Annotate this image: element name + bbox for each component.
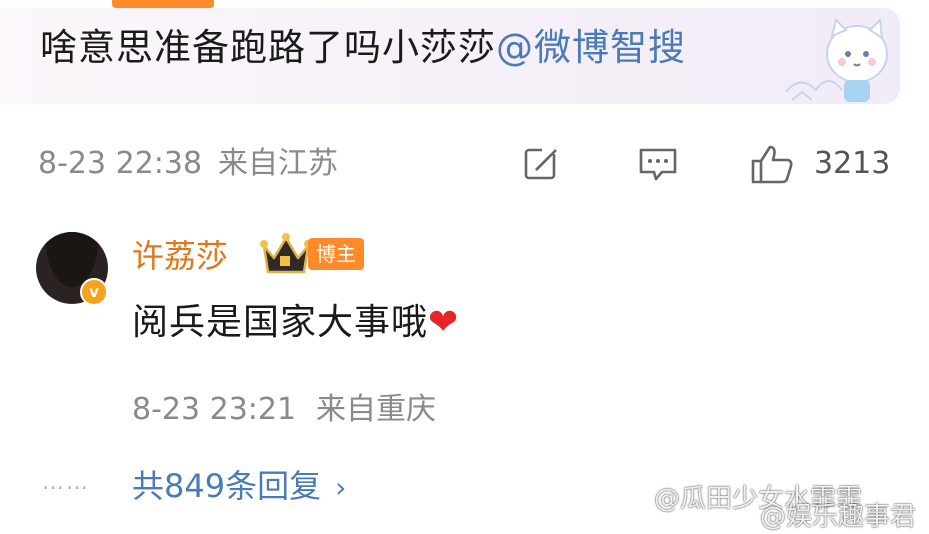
more-replies-link[interactable]: 共849条回复 › xyxy=(132,462,346,512)
crown-icon xyxy=(260,233,312,274)
more-replies-label: 共849条回复 xyxy=(132,467,322,505)
mention-link[interactable]: @微博智搜 xyxy=(496,26,686,69)
cat-sticker-icon xyxy=(785,17,888,102)
edit-icon[interactable] xyxy=(522,144,562,184)
reply-author-name[interactable]: 许荔莎 xyxy=(132,232,228,280)
reply-time: 8-23 23:21 xyxy=(132,392,297,427)
post-location: 来自江苏 xyxy=(218,146,338,181)
chevron-right-icon: › xyxy=(335,471,347,504)
reply-location: 来自重庆 xyxy=(316,392,436,427)
like-icon[interactable] xyxy=(750,144,794,184)
post-time: 8-23 22:38 xyxy=(38,146,203,181)
thread-dots: …… xyxy=(42,470,90,495)
post-meta-row: 8-23 22:38 来自江苏 3213 xyxy=(38,142,898,186)
heart-emoji-icon: ❤ xyxy=(428,302,460,343)
reply-content: 阅兵是国家大事哦❤ xyxy=(132,296,459,350)
verified-badge-icon: v xyxy=(80,278,108,306)
comment-icon[interactable] xyxy=(638,144,678,184)
post-text: 啥意思准备跑路了吗小莎莎@微博智搜 xyxy=(40,22,686,74)
blogger-badge: 博主 xyxy=(308,238,364,270)
post-body: 啥意思准备跑路了吗小莎莎 xyxy=(40,26,496,69)
orange-tab-strip xyxy=(112,0,214,8)
reply-body: 阅兵是国家大事哦 xyxy=(132,302,429,343)
like-count: 3213 xyxy=(814,146,891,181)
watermark-2: @娱乐趣事君 xyxy=(760,502,917,532)
